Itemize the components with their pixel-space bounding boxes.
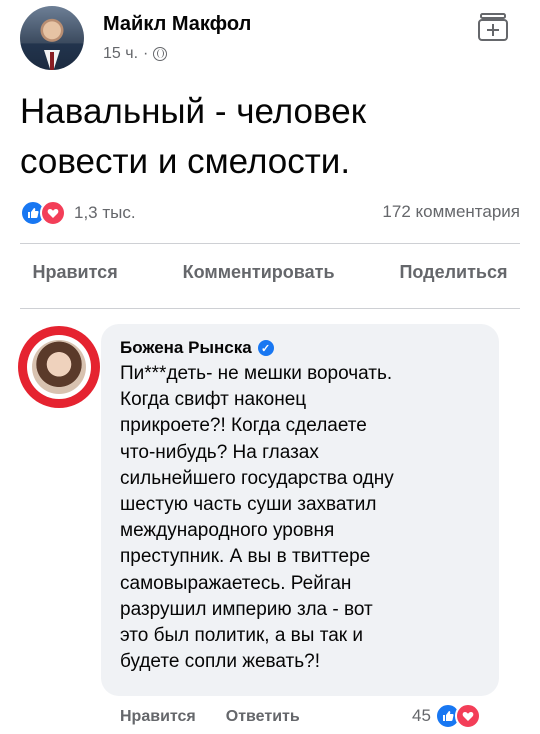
comment-line: разрушил империю зла - вот [120, 598, 373, 620]
post-author-name[interactable]: Майкл Макфол [103, 13, 251, 36]
comment-author[interactable]: Божена Рынска ✓ [120, 338, 274, 358]
verified-badge-icon: ✓ [257, 340, 274, 356]
avatar-ring [27, 335, 91, 399]
author-avatar[interactable] [20, 6, 84, 70]
meta-separator: · [143, 45, 149, 62]
divider [20, 243, 520, 244]
share-button[interactable]: Поделиться [399, 262, 507, 283]
comment-line: преступник. А вы в твиттере [120, 546, 371, 568]
comment-line: Пи***деть- не мешки ворочать. [120, 363, 393, 384]
commenter-avatar[interactable] [18, 326, 100, 408]
comment-reaction-count: 45 [412, 706, 431, 725]
post-actions: Нравится Комментировать Поделиться [0, 262, 540, 283]
comment-like-button[interactable]: Нравится [120, 708, 196, 726]
comment-actions: Нравится Ответить [120, 708, 300, 726]
reaction-count[interactable]: 1,3 тыс. [74, 203, 136, 223]
post-reactions[interactable]: 1,3 тыс. [20, 200, 136, 226]
comment-line: что-нибудь? На глазах [120, 441, 319, 463]
post-text-line: совести и смелости. [20, 142, 351, 181]
avatar-photo [32, 340, 86, 394]
heart-icon [454, 703, 481, 729]
comment-line: Когда свифт наконец [120, 389, 307, 411]
comment-text: Пи***деть- не мешки ворочать. Когда свиф… [120, 361, 492, 675]
comment-line: это был политик, а вы так и [120, 625, 363, 647]
post-time[interactable]: 15 ч. [103, 45, 138, 63]
comment-reactions[interactable]: 45 [412, 703, 481, 729]
comment-line: сильнейшего государства одну [120, 467, 394, 489]
comment-line: самовыражаетесь. Рейган [120, 572, 352, 594]
comment-reply-button[interactable]: Ответить [226, 708, 300, 726]
divider [20, 308, 520, 309]
like-button[interactable]: Нравится [32, 262, 117, 283]
globe-icon [153, 47, 168, 61]
heart-icon [40, 200, 66, 226]
post-meta: 15 ч. · [103, 45, 168, 63]
comment-author-name[interactable]: Божена Рынска [120, 338, 252, 358]
post-text-line: Навальный - человек [20, 92, 367, 131]
comment-line: будете сопли жевать?! [120, 651, 320, 673]
comment-button[interactable]: Комментировать [183, 262, 335, 283]
comment-count[interactable]: 172 комментария [382, 202, 520, 222]
comment-line: международного уровня [120, 520, 335, 542]
avatar-tie [50, 52, 54, 70]
comment-line: шестую часть суши захватил [120, 494, 377, 516]
post-text: Навальный - человек совести и смелости. [20, 87, 520, 187]
comment-line: прикроете?! Когда сделаете [120, 415, 367, 437]
add-to-collection-icon[interactable] [476, 10, 510, 44]
